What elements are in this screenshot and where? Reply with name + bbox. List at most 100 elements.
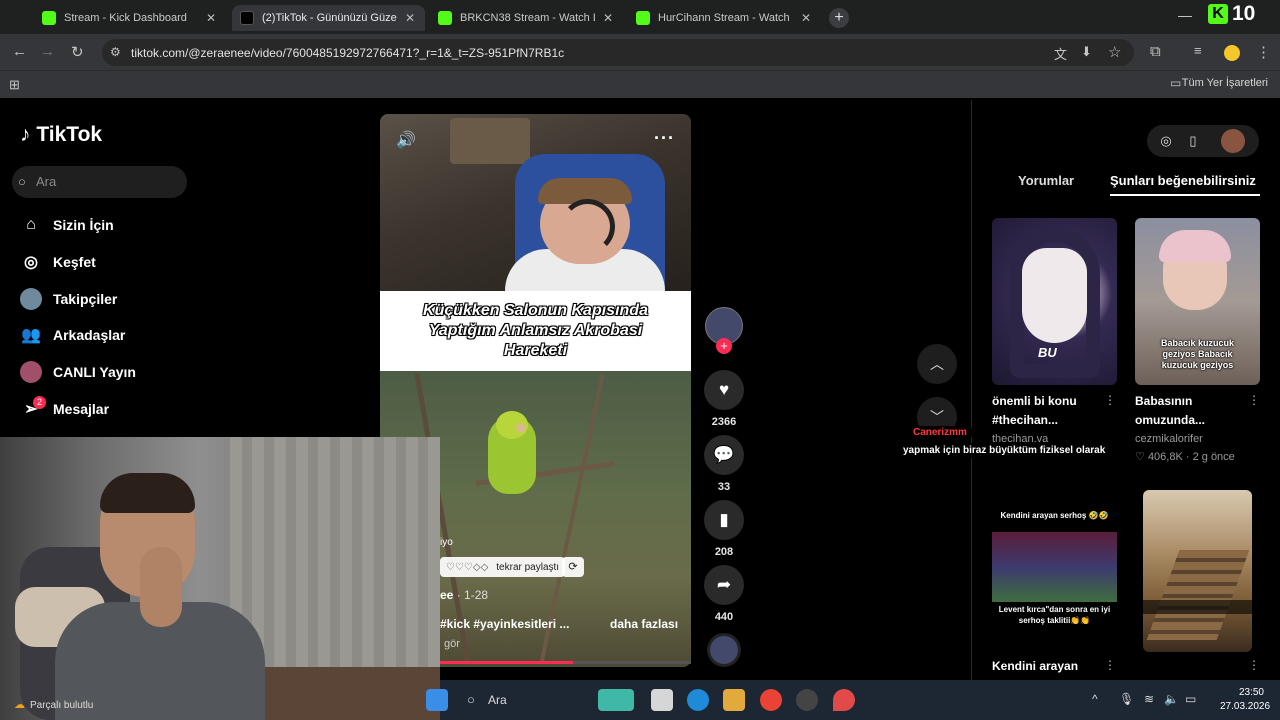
nav-label: Takipçiler (53, 291, 118, 307)
browser-tab-active[interactable]: (2)TikTok - Gününüzü Güzelleştir ✕ (232, 5, 425, 31)
user-avatar[interactable] (1221, 129, 1245, 153)
video-title[interactable]: önemli bi konu #thecihan... (992, 392, 1097, 430)
menu-icon[interactable]: ⋮ (1256, 43, 1271, 61)
heart-icon: ♡ (1135, 451, 1145, 463)
nav-item-for-you[interactable]: ⌂ Sizin İçin (20, 212, 114, 238)
music-disc[interactable] (707, 633, 741, 667)
nav-item-following[interactable]: Takipçiler (20, 286, 117, 312)
more-icon[interactable]: ⋮ (1104, 658, 1116, 672)
maps-icon[interactable] (833, 689, 855, 711)
like-button[interactable]: ♥ (704, 370, 744, 410)
video-thumbnail[interactable]: Kendini arayan serhoş 🤣🤣 Levent kırca"da… (992, 508, 1117, 628)
new-tab-button[interactable]: + (829, 8, 849, 28)
tab-comments[interactable]: Yorumlar (1018, 173, 1074, 188)
nav-label: Sizin İçin (53, 217, 114, 233)
all-bookmarks-link[interactable]: Tüm Yer İşaretleri (1182, 77, 1268, 89)
start-icon[interactable] (426, 689, 448, 711)
video-progress-bar[interactable] (440, 661, 691, 664)
edge-icon[interactable] (687, 689, 709, 711)
store-icon[interactable] (723, 689, 745, 711)
more-icon[interactable]: ⋮ (1248, 658, 1260, 672)
speaker-icon[interactable]: 🔈 (1164, 692, 1179, 706)
apps-grid-icon[interactable]: ⊞ (9, 77, 20, 93)
comment-button[interactable]: 💬 (704, 435, 744, 475)
obs-icon[interactable] (796, 689, 818, 711)
chevron-up-icon[interactable]: ^ (1092, 692, 1098, 706)
video-title[interactable]: Babasının omuzunda... (1135, 392, 1240, 430)
baby-hat (1159, 230, 1231, 262)
compass-icon[interactable]: ◎ (1156, 131, 1176, 151)
tab-you-may-like[interactable]: Şunları beğenebilirsiniz (1110, 173, 1256, 188)
browser-tab[interactable]: BRKCN38 Stream - Watch Live o ✕ (430, 5, 623, 31)
share-button[interactable]: ➦ (704, 565, 744, 605)
chrome-icon[interactable] (760, 689, 782, 711)
follow-plus-icon[interactable]: + (716, 338, 732, 354)
battery-icon[interactable]: ▭ (1185, 692, 1196, 706)
task-view-icon[interactable] (651, 689, 673, 711)
author-name[interactable]: ee (440, 588, 453, 602)
close-icon[interactable]: ✕ (204, 11, 218, 25)
kick-viewer-count: 10 (1232, 2, 1256, 25)
video-thumbnail[interactable] (1143, 490, 1252, 652)
more-options-icon[interactable]: ··· (654, 128, 675, 149)
kick-logo-icon: K (1208, 4, 1228, 24)
wifi-icon[interactable]: ≋ (1144, 692, 1154, 706)
volume-icon[interactable]: 🔊 (396, 130, 416, 150)
video-likes: 406,8K (1147, 451, 1183, 463)
media-icon[interactable]: ≡ (1194, 43, 1202, 58)
close-icon[interactable]: ✕ (403, 11, 417, 25)
repost-text: tekrar paylaştı (496, 561, 560, 573)
compass-icon: ◎ (24, 254, 38, 271)
previous-video-button[interactable]: ︿ (917, 344, 957, 384)
extensions-icon[interactable]: ⧉ (1150, 43, 1161, 60)
tiktok-note-icon: ♪ (20, 123, 31, 146)
browser-tab[interactable]: Stream - Kick Dashboard ✕ (34, 5, 226, 31)
shelf (450, 118, 530, 164)
video-edge-text: iyo (440, 537, 453, 548)
bookmark-star-icon[interactable]: ☆ (1108, 43, 1121, 61)
video-caption: Küçükken Salonun Kapısında Yaptığım Anla… (380, 291, 691, 371)
weather-label: Parçalı bulutlu (30, 700, 94, 711)
video-thumbnail[interactable]: Babacık kuzucuk geziyos Babacık kuzucuk … (1135, 218, 1260, 385)
video-title[interactable]: Kendini arayan (992, 657, 1078, 676)
video-date: 1-28 (464, 588, 489, 602)
bookmarks-bar (0, 70, 1280, 98)
search-icon: ○ (18, 174, 26, 189)
see-more-link[interactable]: daha fazlası (610, 617, 678, 631)
site-info-icon[interactable]: ⚙ (110, 45, 121, 59)
nav-item-friends[interactable]: 👥 Arkadaşlar (20, 322, 125, 348)
save-button[interactable]: ▮ (704, 500, 744, 540)
close-icon[interactable]: ✕ (799, 11, 813, 25)
nav-item-live[interactable]: CANLI Yayın (20, 359, 136, 385)
install-icon[interactable]: ⬇ (1081, 44, 1092, 60)
chat-message: yapmak için biraz büyüktüm fiziksel olar… (896, 443, 1113, 458)
forward-icon[interactable]: → (40, 43, 55, 60)
taskbar-search[interactable]: Ara (488, 693, 507, 707)
profile-avatar[interactable] (1224, 45, 1240, 61)
taskbar-clock[interactable]: 23:50 27.03.2026 (1220, 686, 1271, 714)
video-author[interactable]: cezmikalorifer (1135, 433, 1203, 445)
minimize-button[interactable]: — (1178, 7, 1192, 23)
tiktok-logo[interactable]: ♪ TikTok (20, 123, 102, 147)
nav-item-explore[interactable]: ◎ Keşfet (20, 249, 96, 275)
widget-icon[interactable] (598, 689, 634, 711)
translate-icon[interactable]: 文 (1054, 44, 1067, 63)
video-progress-fill (440, 661, 574, 664)
folder-icon: ▭ (1170, 76, 1182, 90)
see-translation-link[interactable]: gör (444, 638, 460, 650)
video-hashtags[interactable]: #kick #yayinkesitleri ... (440, 617, 569, 631)
reload-icon[interactable]: ↻ (71, 43, 84, 61)
tab-title: (2)TikTok - Gününüzü Güzelleştir (262, 12, 397, 24)
more-icon[interactable]: ⋮ (1104, 393, 1116, 407)
url-text[interactable]: tiktok.com/@zeraenee/video/7600485192972… (131, 46, 564, 60)
back-icon[interactable]: ← (12, 43, 27, 60)
close-icon[interactable]: ✕ (601, 11, 615, 25)
repost-icon[interactable]: ⟳ (562, 557, 584, 577)
video-thumbnail[interactable]: BU (992, 218, 1117, 385)
browser-tab[interactable]: HurCihann Stream - Watch Live ✕ (628, 5, 821, 31)
phone-icon[interactable]: ▯ (1183, 131, 1203, 151)
microphone-icon[interactable]: 🎙 (1119, 692, 1134, 706)
chevron-up-icon: ︿ (930, 356, 944, 372)
more-icon[interactable]: ⋮ (1248, 393, 1260, 407)
date-text: 27.03.2026 (1220, 701, 1271, 712)
